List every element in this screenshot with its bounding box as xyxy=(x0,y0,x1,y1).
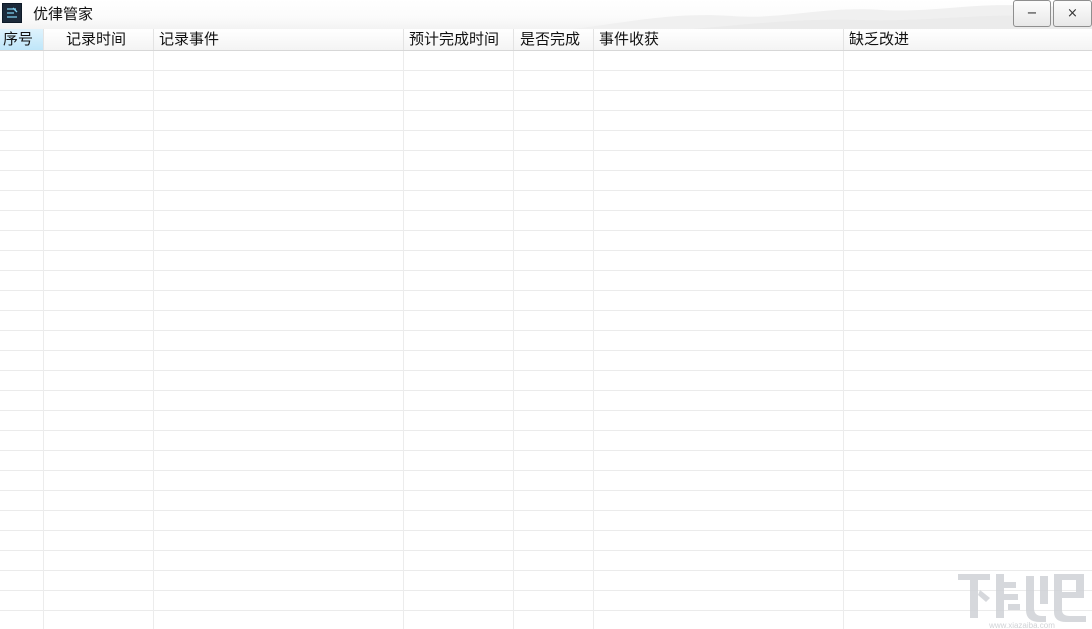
column-header-record-time[interactable]: 记录时间 xyxy=(44,29,154,50)
table-body[interactable] xyxy=(0,51,1092,629)
column-header-record-event[interactable]: 记录事件 xyxy=(154,29,404,50)
table-header: 序号 记录时间 记录事件 预计完成时间 是否完成 事件收获 缺乏改进 xyxy=(0,29,1092,51)
column-header-index[interactable]: 序号 xyxy=(0,29,44,50)
watermark-logo: www.xiazaiba.com xyxy=(958,574,1086,629)
column-divider xyxy=(843,51,844,629)
column-divider xyxy=(513,51,514,629)
close-button[interactable]: × xyxy=(1053,0,1092,27)
close-icon: × xyxy=(1067,6,1078,21)
column-header-expected-time[interactable]: 预计完成时间 xyxy=(404,29,514,50)
window-title: 优律管家 xyxy=(33,5,94,23)
records-table[interactable]: 序号 记录时间 记录事件 预计完成时间 是否完成 事件收获 缺乏改进 xyxy=(0,29,1092,629)
column-header-completed[interactable]: 是否完成 xyxy=(514,29,594,50)
title-bar[interactable]: 优律管家 − × xyxy=(0,0,1092,29)
app-logo-icon xyxy=(2,3,22,23)
column-divider xyxy=(153,51,154,629)
minimize-icon: − xyxy=(1026,6,1038,21)
column-header-harvest[interactable]: 事件收获 xyxy=(594,29,844,50)
column-divider xyxy=(593,51,594,629)
app-window: 优律管家 − × 序号 记录时间 记录事件 预计完成时间 是否完成 事件收获 缺… xyxy=(0,0,1092,629)
minimize-button[interactable]: − xyxy=(1013,0,1051,27)
column-header-improvement[interactable]: 缺乏改进 xyxy=(844,29,1092,50)
column-divider xyxy=(403,51,404,629)
watermark-url: www.xiazaiba.com xyxy=(988,621,1055,629)
column-divider xyxy=(43,51,44,629)
